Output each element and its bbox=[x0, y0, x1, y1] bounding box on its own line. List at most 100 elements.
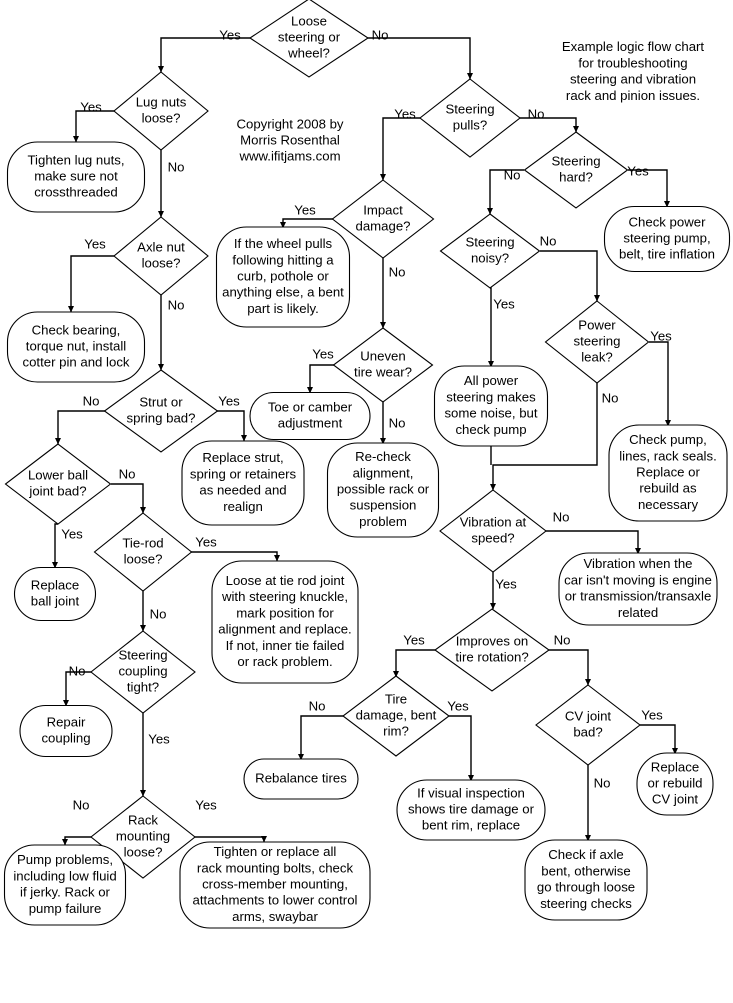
annotation-line: Copyright 2008 by bbox=[236, 116, 343, 131]
flow-node-cv-joint[interactable]: CV joint bad? bbox=[535, 684, 641, 766]
flow-node-steering-coupling[interactable]: Steeringcoupling tight? bbox=[90, 630, 196, 714]
flow-node-visual-inspection[interactable]: If visual inspectionshows tire damage or… bbox=[396, 779, 546, 841]
edge-path bbox=[54, 410, 105, 445]
edge-label-yes: Yes bbox=[650, 328, 672, 343]
node-label: ball joint bbox=[31, 594, 80, 609]
node-label: Repair bbox=[47, 714, 86, 729]
edge-label-no: No bbox=[73, 797, 90, 812]
flow-node-vibration-at-speed[interactable]: Vibration at speed? bbox=[439, 489, 547, 573]
flow-node-rebalance-tires[interactable]: Rebalance tires bbox=[243, 758, 359, 800]
node-label: leak? bbox=[581, 350, 613, 365]
edge-label-yes: Yes bbox=[61, 526, 83, 541]
node-label: bent rim, replace bbox=[422, 818, 520, 833]
flow-node-wheel-pulls-note[interactable]: If the wheel pullsfollowing hitting acur… bbox=[215, 226, 351, 328]
edge-label-yes: Yes bbox=[80, 99, 102, 114]
node-label: noisy? bbox=[471, 251, 509, 266]
flow-node-improves-rotation[interactable]: Improves on tire rotation? bbox=[434, 608, 550, 692]
flow-edge-e-improves-no: No bbox=[549, 632, 592, 686]
flow-node-replace-strut[interactable]: Replace strut,spring or retainers as need… bbox=[181, 440, 305, 526]
flow-edge-e-coupling-yes: Yes bbox=[139, 713, 170, 797]
annotation-line: rack and pinion issues. bbox=[566, 88, 700, 103]
flow-node-recheck-alignment[interactable]: Re-checkalignment,possible rack or suspen… bbox=[326, 442, 440, 538]
edge-path bbox=[392, 649, 435, 678]
flow-node-check-pump-lines[interactable]: Check pump,lines, rack seals.Replace or r… bbox=[608, 424, 728, 522]
flow-node-replace-ball-joint[interactable]: Replace ball joint bbox=[13, 566, 97, 622]
flow-node-tighten-rack-bolts[interactable]: Tighten or replace allrack mounting bolt… bbox=[179, 841, 371, 929]
flow-node-uneven-tire-wear[interactable]: Uneven tire wear? bbox=[332, 327, 434, 403]
edge-path bbox=[157, 37, 250, 73]
annotation-line: www.ifitjams.com bbox=[238, 149, 340, 164]
node-label: Steering bbox=[465, 234, 514, 249]
flow-node-pump-problems[interactable]: Pump problems,including low fluid if jerk… bbox=[3, 844, 127, 926]
node-label: wheel? bbox=[287, 46, 330, 61]
annotation-line: steering and vibration bbox=[570, 72, 696, 87]
edge-label-no: No bbox=[504, 167, 521, 182]
flowchart-svg: Yes No Yes No Yes No No Yes Yes No Yes No No Yes No Yes… bbox=[3, 0, 731, 929]
flow-edge-e-noisy-yes: Yes bbox=[487, 287, 515, 368]
edge-label-no: No bbox=[528, 106, 545, 121]
node-label: part is likely. bbox=[247, 301, 319, 316]
edge-label-no: No bbox=[540, 233, 557, 248]
node-label: including low fluid bbox=[13, 868, 116, 883]
flow-node-tie-rod[interactable]: Tie-rod loose? bbox=[93, 512, 193, 592]
flow-node-power-steering-leak[interactable]: Powersteering leak? bbox=[544, 300, 650, 384]
node-label: spring bad? bbox=[127, 411, 196, 426]
edge-path bbox=[61, 836, 91, 846]
edge-path bbox=[51, 523, 59, 569]
flow-node-lug-nuts[interactable]: Lug nuts loose? bbox=[113, 71, 209, 151]
flow-node-lower-ball-joint[interactable]: Lower ball joint bad? bbox=[4, 443, 112, 525]
node-label: damage? bbox=[356, 219, 411, 234]
node-label: cotter pin and lock bbox=[22, 355, 129, 370]
annotation-note-copyright: Copyright 2008 byMorris Rosenthal www.ifi… bbox=[236, 116, 343, 163]
flow-edge-e-hard-yes: Yes bbox=[627, 163, 671, 208]
node-label: Toe or camber bbox=[268, 399, 353, 414]
flow-edge-e-tierod-no: No bbox=[139, 591, 167, 632]
node-label: Check if axle bbox=[548, 847, 624, 862]
node-label: Strut or bbox=[139, 394, 183, 409]
flow-node-repair-coupling[interactable]: Repair coupling bbox=[19, 704, 113, 758]
edge-label-no: No bbox=[389, 415, 406, 430]
flow-node-steering-noisy[interactable]: Steering noisy? bbox=[439, 213, 541, 289]
flow-node-steering-pulls[interactable]: Steering pulls? bbox=[419, 78, 521, 158]
node-label: alignment, bbox=[353, 465, 414, 480]
flow-node-all-power-noise[interactable]: All powersteering makes some noise, butch… bbox=[433, 365, 549, 447]
flow-node-steering-hard[interactable]: Steering hard? bbox=[523, 131, 629, 209]
node-label: mark position for bbox=[236, 605, 334, 620]
node-label: or rebuild bbox=[648, 775, 703, 790]
edge-label-no: No bbox=[69, 663, 86, 678]
flow-node-check-axle-bent[interactable]: Check if axlebent, otherwise go through l… bbox=[524, 839, 648, 921]
node-label: loose? bbox=[142, 111, 181, 126]
node-label: if jerky. Rack or bbox=[20, 885, 110, 900]
flow-node-tighten-lug-nuts[interactable]: Tighten lug nuts,make sure not crossthrea… bbox=[6, 141, 146, 213]
edge-path bbox=[195, 835, 268, 843]
node-label: go through loose bbox=[537, 880, 635, 895]
edge-path bbox=[306, 364, 334, 394]
edge-label-yes: Yes bbox=[84, 236, 106, 251]
flow-node-tire-damage[interactable]: Tiredamage, bent rim? bbox=[342, 675, 450, 757]
node-label: Tighten lug nuts, bbox=[27, 152, 124, 167]
node-label: Axle nut bbox=[137, 239, 185, 254]
flowchart-canvas: Yes No Yes No Yes No No Yes Yes No Yes No No Yes No Yes… bbox=[0, 0, 733, 1003]
flow-edge-e-lugnuts-no: No bbox=[157, 150, 184, 218]
node-label: Steering bbox=[445, 101, 494, 116]
flow-node-check-bearing[interactable]: Check bearing,torque nut, install cotter … bbox=[6, 311, 146, 383]
edge-label-no: No bbox=[150, 606, 167, 621]
flow-node-loose-steering[interactable]: Loosesteering or wheel? bbox=[249, 0, 369, 78]
edge-label-yes: Yes bbox=[627, 163, 649, 178]
flow-node-strut-spring[interactable]: Strut or spring bad? bbox=[103, 369, 219, 453]
flow-node-vibration-when-still[interactable]: Vibration when thecar isn't moving is en… bbox=[558, 552, 718, 626]
node-label: make sure not bbox=[34, 168, 118, 183]
flow-edge-e-axlenut-no: No bbox=[157, 295, 184, 371]
annotation-line: Example logic flow chart bbox=[562, 39, 705, 54]
node-label: Steering bbox=[551, 153, 600, 168]
flow-node-loose-tie-rod-note[interactable]: Loose at tie rod jointwith steering knuc… bbox=[211, 560, 359, 684]
node-label: If visual inspection bbox=[417, 785, 525, 800]
flow-node-check-power-pump[interactable]: Check powersteering pump, belt, tire infl… bbox=[603, 205, 731, 273]
flow-node-replace-cv-joint[interactable]: Replaceor rebuild CV joint bbox=[636, 752, 714, 816]
edge-path bbox=[379, 117, 420, 181]
flow-node-axle-nut[interactable]: Axle nut loose? bbox=[113, 216, 209, 296]
flow-node-toe-camber[interactable]: Toe or camber adjustment bbox=[249, 391, 371, 441]
edge-path bbox=[487, 287, 495, 368]
flow-edge-e-pulls-yes: Yes bbox=[379, 106, 420, 181]
node-label: bent, otherwise bbox=[541, 863, 630, 878]
